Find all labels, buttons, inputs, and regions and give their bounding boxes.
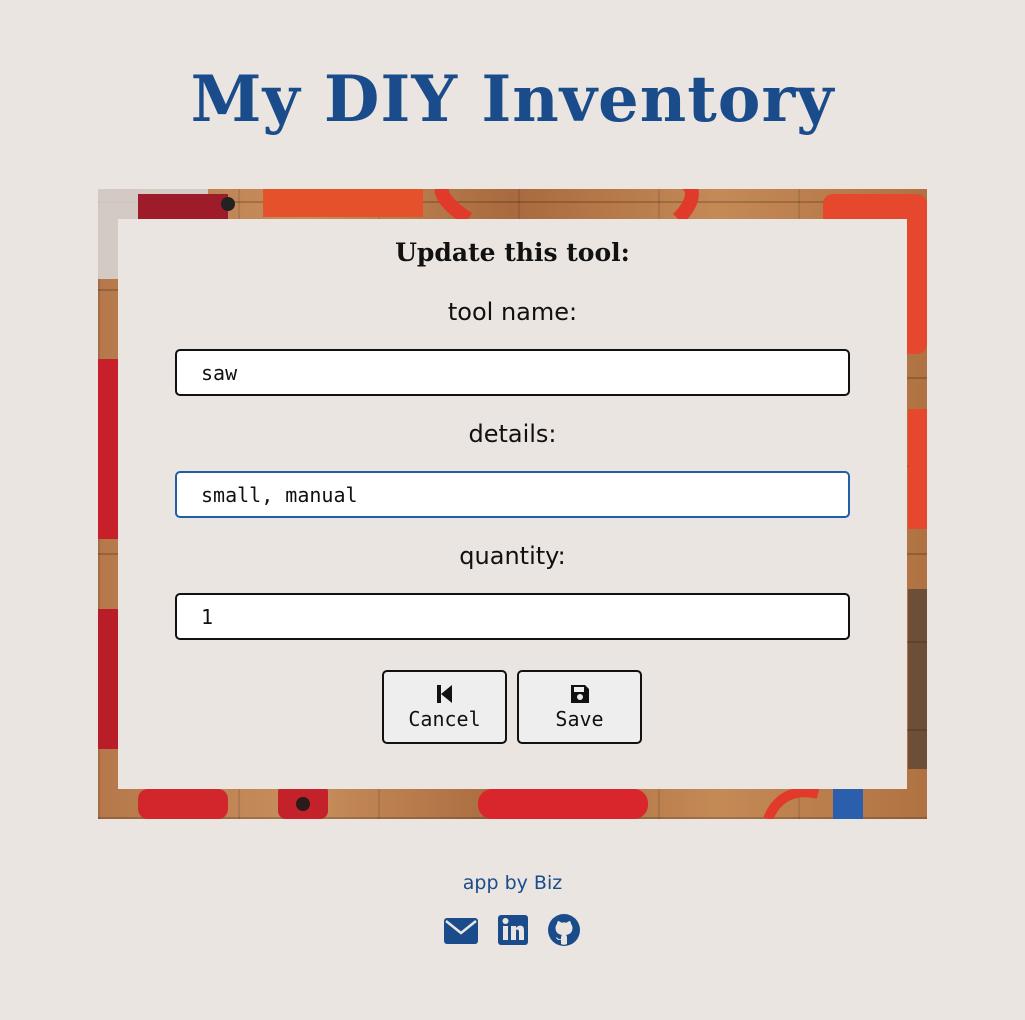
cancel-button[interactable]: Cancel (382, 670, 507, 744)
cancel-button-label: Cancel (408, 707, 481, 731)
floppy-disk-icon (569, 683, 591, 705)
github-link[interactable] (546, 912, 582, 948)
quantity-label: quantity: (459, 542, 566, 570)
github-icon (546, 914, 582, 952)
email-link[interactable] (443, 912, 479, 948)
tool-name-input[interactable] (175, 349, 850, 396)
save-button[interactable]: Save (517, 670, 642, 744)
envelope-icon (443, 918, 479, 952)
form-heading: Update this tool: (395, 238, 630, 267)
save-button-label: Save (555, 707, 604, 731)
tool-name-label: tool name: (447, 298, 578, 326)
page-title: My DIY Inventory (190, 62, 835, 137)
details-label: details: (468, 420, 557, 448)
footer-credit: app by Biz (462, 872, 563, 894)
quantity-input[interactable] (175, 593, 850, 640)
linkedin-icon (497, 915, 529, 952)
linkedin-link[interactable] (497, 912, 529, 948)
step-backward-icon (436, 683, 454, 705)
details-input[interactable] (175, 471, 850, 518)
